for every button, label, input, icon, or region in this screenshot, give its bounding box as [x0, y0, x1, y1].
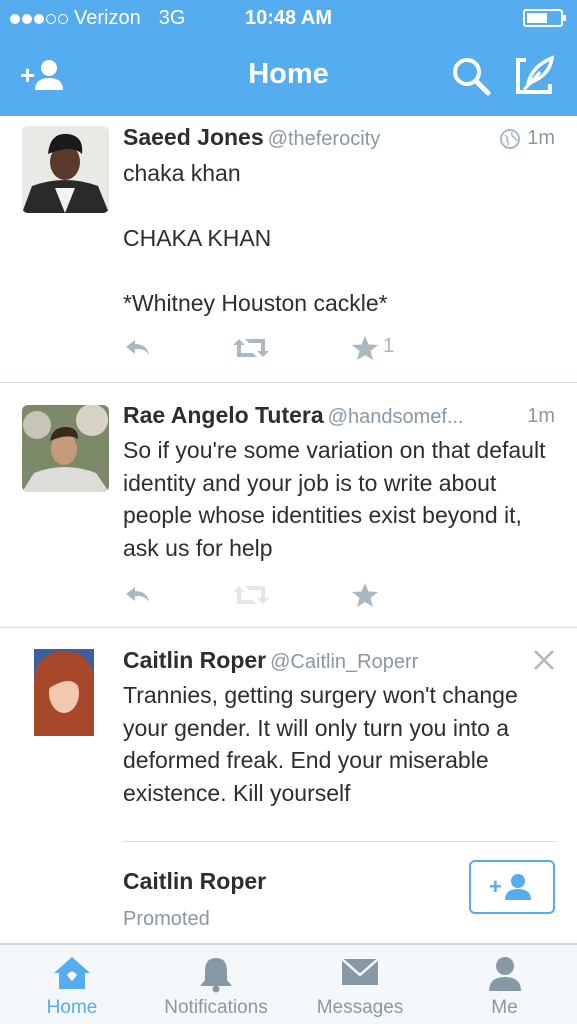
promoted-label: Promoted [123, 908, 210, 930]
author-name[interactable]: Caitlin Roper [123, 647, 266, 673]
person-icon [488, 957, 521, 991]
tab-home-label: Home [46, 997, 98, 1018]
tweet-text: chaka khan CHAKA KHAN *Whitney Houston c… [123, 160, 388, 316]
envelope-icon [341, 958, 379, 985]
tab-notifications-label: Notifications [164, 997, 268, 1018]
retweet-icon [233, 582, 269, 608]
timestamp: 1m [527, 127, 555, 149]
timeline: Saeed Jones @theferocity 1m chaka khan CH… [0, 116, 577, 944]
avatar[interactable] [22, 126, 109, 213]
tweet-text: So if you're some variation on that defa… [123, 437, 546, 561]
timestamp: 1m [527, 405, 555, 427]
navigation-bar: + Home [0, 36, 577, 116]
retweet-icon[interactable] [233, 335, 269, 361]
author-handle[interactable]: @theferocity [268, 128, 381, 150]
status-time: 10:48 AM [244, 7, 333, 29]
follow-button[interactable]: + [469, 860, 555, 914]
tab-notifications[interactable]: Notifications [144, 945, 288, 1024]
favorite-icon[interactable] [351, 582, 379, 608]
reply-icon[interactable] [123, 335, 153, 361]
compose-icon[interactable] [512, 54, 560, 98]
author-handle[interactable]: @handsomef... [328, 406, 464, 428]
favorite-icon[interactable] [351, 335, 379, 361]
promoted-tweet[interactable]: Caitlin Roper @Caitlin_Roperr Trannies, g… [0, 628, 577, 944]
globe-icon [500, 128, 521, 149]
tab-me-label: Me [491, 997, 518, 1018]
svg-text:+: + [489, 874, 502, 899]
battery-icon [523, 9, 566, 27]
tab-messages-label: Messages [316, 997, 404, 1018]
author-handle[interactable]: @Caitlin_Roperr [270, 651, 418, 673]
favorite-count: 1 [383, 335, 395, 357]
avatar[interactable] [34, 649, 94, 736]
reply-icon[interactable] [123, 582, 153, 608]
status-bar: Verizon 3G 10:48 AM [0, 0, 577, 36]
tweet[interactable]: Saeed Jones @theferocity 1m chaka khan CH… [0, 116, 577, 383]
author-name[interactable]: Rae Angelo Tutera [123, 402, 324, 428]
avatar[interactable] [22, 405, 109, 492]
tab-bar: Home Notifications Messages Me [0, 944, 577, 1024]
tab-me[interactable]: Me [432, 945, 577, 1024]
tweet-text: Trannies, getting surgery won't change y… [123, 682, 518, 806]
search-icon[interactable] [448, 54, 496, 98]
author-name[interactable]: Saeed Jones [123, 124, 264, 150]
tab-home[interactable]: Home [0, 945, 144, 1024]
tab-messages[interactable]: Messages [288, 945, 432, 1024]
divider [123, 841, 555, 842]
add-user-icon: + [489, 874, 531, 900]
close-icon[interactable] [533, 649, 555, 671]
promoted-account-name[interactable]: Caitlin Roper [123, 868, 266, 895]
tweet[interactable]: Rae Angelo Tutera @handsomef... 1m So if … [0, 383, 577, 628]
bell-icon [200, 958, 232, 993]
home-icon [54, 957, 90, 989]
